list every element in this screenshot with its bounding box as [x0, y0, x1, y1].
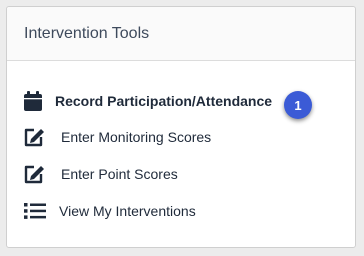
enter-point-scores-link[interactable]: Enter Point Scores — [24, 162, 178, 186]
calendar-icon — [24, 89, 48, 113]
tool-label: Record Participation/Attendance — [55, 93, 273, 109]
edit-icon — [24, 125, 48, 149]
panel-title: Intervention Tools — [24, 24, 150, 42]
list-icon — [24, 199, 48, 223]
record-participation-attendance-link[interactable]: Record Participation/Attendance — [24, 89, 272, 113]
view-my-interventions-link[interactable]: View My Interventions — [24, 199, 196, 223]
tool-label: Enter Point Scores — [61, 166, 178, 182]
step-callout-badge: 1 — [284, 91, 312, 119]
edit-icon — [24, 162, 48, 186]
enter-monitoring-scores-link[interactable]: Enter Monitoring Scores — [24, 125, 211, 149]
panel-header: Intervention Tools — [7, 7, 355, 61]
tool-label: Enter Monitoring Scores — [61, 129, 212, 145]
tool-label: View My Interventions — [59, 203, 196, 219]
intervention-tools-panel: Intervention Tools Record Participation/… — [6, 6, 356, 248]
